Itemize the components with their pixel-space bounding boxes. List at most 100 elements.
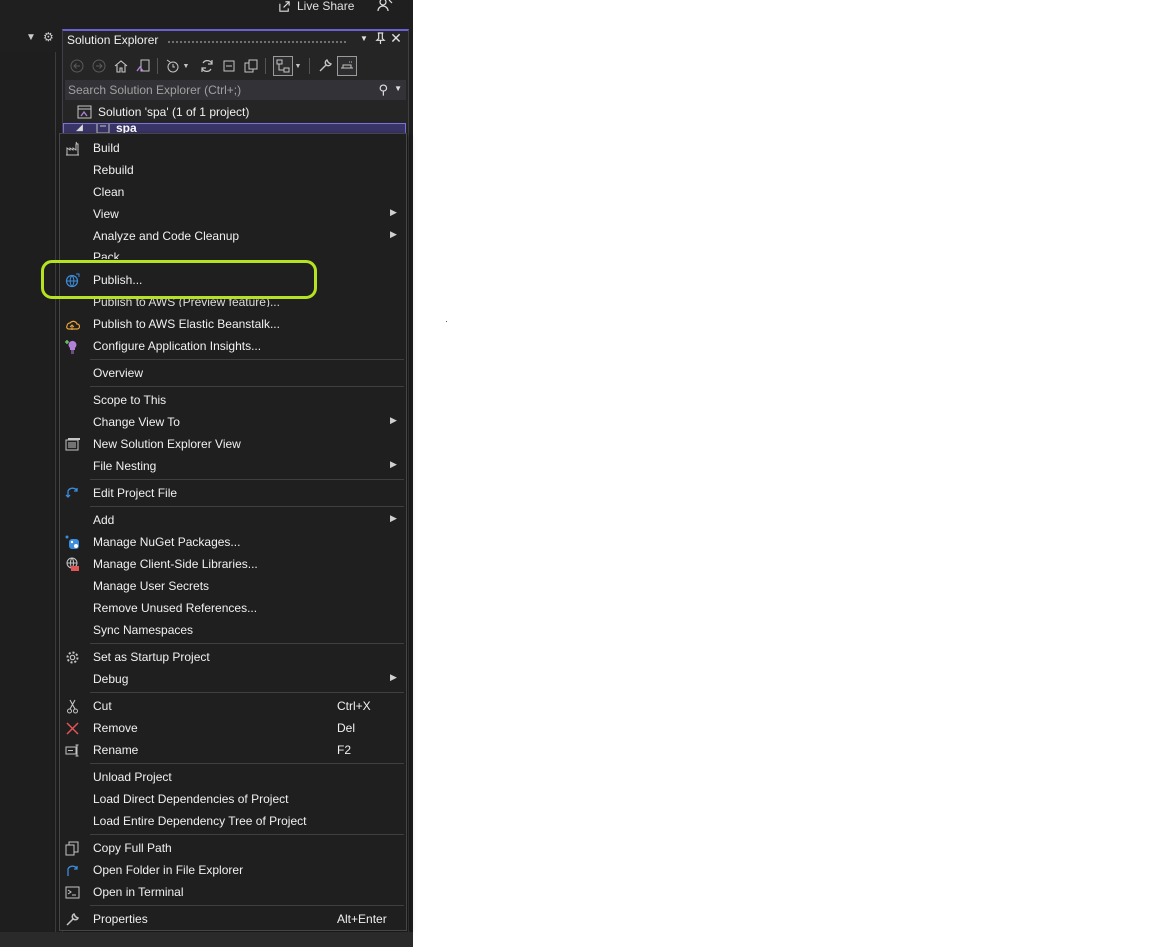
menu-item-change-view-to[interactable]: Change View To ▶ (60, 411, 406, 433)
menu-item-publish-aws-beanstalk[interactable]: Publish to AWS Elastic Beanstalk... (60, 313, 406, 335)
menu-item-manage-client-libraries[interactable]: Manage Client-Side Libraries... (60, 553, 406, 575)
editor-tab-strip: ▼ ⚙ (0, 30, 60, 50)
menu-item-load-direct-dependencies[interactable]: Load Direct Dependencies of Project (60, 788, 406, 810)
solution-explorer-search-input[interactable]: Search Solution Explorer (Ctrl+;) ⚲ ▼ (65, 80, 406, 100)
panel-title: Solution Explorer (67, 33, 159, 47)
menu-item-set-startup-project[interactable]: Set as Startup Project (60, 646, 406, 668)
menu-separator (90, 479, 404, 480)
solution-icon (77, 105, 92, 119)
menu-item-open-in-terminal[interactable]: Open in Terminal (60, 881, 406, 903)
project-context-menu: Build Rebuild Clean View ▶ Analyze and Co… (59, 133, 407, 931)
chevron-down-icon[interactable]: ▼ (293, 56, 303, 76)
menu-item-remove-unused-references[interactable]: Remove Unused References... (60, 597, 406, 619)
collapse-all-icon[interactable] (219, 56, 239, 76)
solution-node-label: Solution 'spa' (1 of 1 project) (98, 105, 250, 119)
menu-item-unload-project[interactable]: Unload Project (60, 766, 406, 788)
toolbar-separator (157, 58, 158, 74)
close-icon[interactable]: ✕ (389, 30, 403, 46)
menu-item-manage-nuget[interactable]: Manage NuGet Packages... (60, 531, 406, 553)
menu-item-load-entire-dependency-tree[interactable]: Load Entire Dependency Tree of Project (60, 810, 406, 832)
menu-item-scope-to-this[interactable]: Scope to This (60, 389, 406, 411)
drag-grip[interactable] (167, 40, 347, 44)
submenu-arrow-icon: ▶ (390, 207, 397, 217)
preview-selected-items-icon[interactable] (337, 56, 357, 76)
client-libraries-icon (64, 556, 80, 572)
menu-separator (90, 359, 404, 360)
menu-separator (90, 905, 404, 906)
expand-arrow-icon[interactable]: ◢ (76, 124, 83, 133)
toolbar-separator (265, 58, 266, 74)
solution-explorer-titlebar: Solution Explorer ▼ ✕ (63, 30, 408, 51)
editor-pane (0, 52, 56, 932)
wrench-icon[interactable] (315, 56, 335, 76)
menu-item-analyze[interactable]: Analyze and Code Cleanup ▶ (60, 225, 406, 247)
project-view-icon[interactable] (273, 56, 293, 76)
submenu-arrow-icon: ▶ (390, 459, 397, 469)
share-icon (279, 0, 290, 12)
menu-item-file-nesting[interactable]: File Nesting ▶ (60, 455, 406, 477)
submenu-arrow-icon: ▶ (390, 672, 397, 682)
menu-item-view[interactable]: View ▶ (60, 203, 406, 225)
menu-item-manage-user-secrets[interactable]: Manage User Secrets (60, 575, 406, 597)
bottom-status-strip (0, 932, 413, 947)
submenu-arrow-icon: ▶ (390, 229, 397, 239)
menu-item-edit-project-file[interactable]: Edit Project File (60, 482, 406, 504)
menu-item-copy-full-path[interactable]: Copy Full Path (60, 837, 406, 859)
menu-item-debug[interactable]: Debug ▶ (60, 668, 406, 690)
solution-node[interactable]: Solution 'spa' (1 of 1 project) (77, 102, 249, 122)
menu-item-build[interactable]: Build (60, 137, 406, 159)
copy-icon (64, 840, 80, 856)
live-share-button[interactable]: Live Share (278, 0, 354, 15)
edit-project-icon (64, 485, 80, 501)
app-insights-icon (64, 338, 80, 354)
remove-x-icon (64, 720, 80, 736)
home-icon[interactable] (111, 56, 131, 76)
live-share-label: Live Share (297, 0, 355, 13)
menu-separator (90, 763, 404, 764)
menu-item-new-solution-explorer-view[interactable]: New Solution Explorer View (60, 433, 406, 455)
chevron-down-icon[interactable]: ▼ (181, 56, 191, 76)
menu-item-app-insights[interactable]: Configure Application Insights... (60, 335, 406, 357)
open-folder-icon (64, 862, 80, 878)
show-all-files-icon[interactable] (241, 56, 261, 76)
rename-icon (64, 742, 80, 758)
gear-icon[interactable]: ⚙ (43, 30, 54, 44)
menu-separator (90, 692, 404, 693)
menu-item-remove[interactable]: Remove Del (60, 717, 406, 739)
forward-icon[interactable] (89, 56, 109, 76)
new-view-icon (64, 436, 80, 452)
menu-item-open-folder[interactable]: Open Folder in File Explorer (60, 859, 406, 881)
gear-icon (64, 649, 80, 665)
menu-item-rebuild[interactable]: Rebuild (60, 159, 406, 181)
publish-highlight-annotation (41, 260, 317, 299)
menu-separator (90, 643, 404, 644)
menu-item-pack[interactable]: Pack (60, 247, 406, 259)
menu-item-add[interactable]: Add ▶ (60, 509, 406, 531)
menu-separator (90, 834, 404, 835)
scissors-icon (64, 698, 80, 714)
switch-views-icon[interactable] (133, 56, 153, 76)
menu-item-cut[interactable]: Cut Ctrl+X (60, 695, 406, 717)
menu-item-overview[interactable]: Overview (60, 362, 406, 384)
nuget-icon (64, 534, 80, 550)
terminal-icon (64, 884, 80, 900)
menu-item-properties[interactable]: Properties Alt+Enter (60, 908, 406, 930)
back-icon[interactable] (67, 56, 87, 76)
stray-dot (446, 321, 447, 322)
menu-separator (90, 386, 404, 387)
window-position-dropdown-icon[interactable]: ▼ (357, 34, 371, 50)
chevron-down-icon[interactable]: ▼ (394, 84, 402, 93)
pending-changes-filter-icon[interactable] (163, 56, 183, 76)
account-icon[interactable] (377, 0, 393, 12)
chevron-down-icon[interactable]: ▼ (26, 32, 36, 43)
wrench-icon (64, 911, 80, 927)
search-icon[interactable]: ⚲ (378, 82, 388, 98)
toolbar-separator (309, 58, 310, 74)
submenu-arrow-icon: ▶ (390, 513, 397, 523)
pin-icon[interactable] (373, 32, 387, 48)
sync-icon[interactable] (197, 56, 217, 76)
build-icon (64, 140, 80, 156)
menu-item-clean[interactable]: Clean (60, 181, 406, 203)
menu-item-rename[interactable]: Rename F2 (60, 739, 406, 761)
menu-item-sync-namespaces[interactable]: Sync Namespaces (60, 619, 406, 641)
